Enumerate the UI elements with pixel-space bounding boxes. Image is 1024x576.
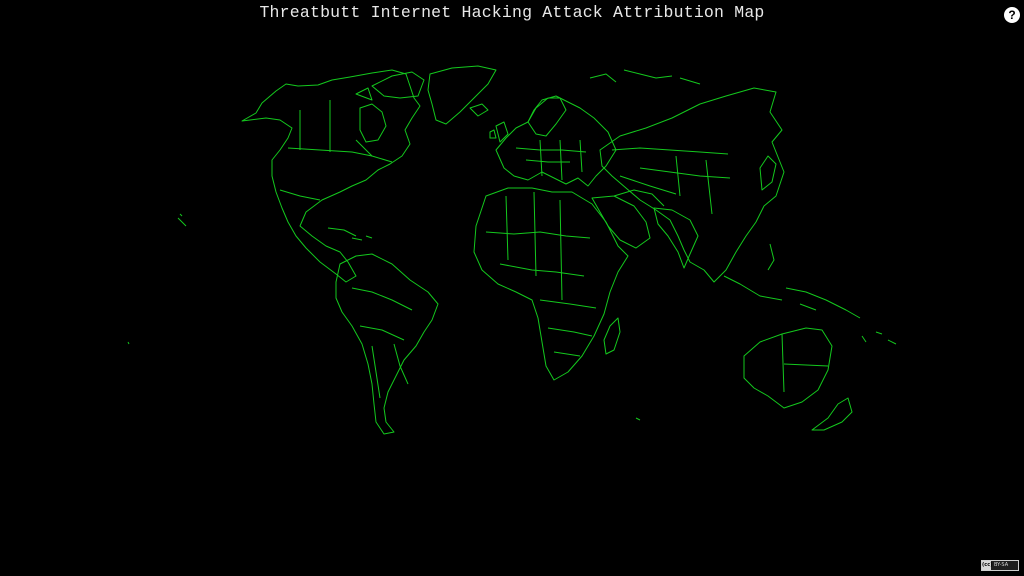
european-borders <box>515 139 587 181</box>
arctic-islands <box>355 71 425 101</box>
japan <box>759 155 777 191</box>
europe-outline <box>495 95 617 187</box>
madagascar <box>603 317 621 355</box>
canada-provinces <box>299 100 373 157</box>
south-america-outline <box>335 253 439 435</box>
australia-outline <box>743 327 833 409</box>
southeast-asia-islands <box>723 243 861 319</box>
hawaii <box>177 213 187 227</box>
hudson-bay <box>359 103 387 143</box>
scandinavia <box>527 97 567 137</box>
license-badge[interactable]: (cc) BY-SA <box>981 560 1019 571</box>
iceland <box>469 103 489 117</box>
asia-outline <box>599 87 785 283</box>
creative-commons-icon: (cc) <box>982 561 993 570</box>
india <box>653 207 699 269</box>
usa-mexico-border <box>279 189 321 201</box>
africa-outline <box>473 187 629 381</box>
new-zealand <box>811 397 853 431</box>
world-map <box>127 65 897 435</box>
middle-east <box>591 189 665 249</box>
siberian-islands <box>589 69 701 85</box>
caribbean <box>327 227 373 241</box>
african-borders <box>485 191 597 357</box>
greenland <box>427 65 497 125</box>
usa-canada-border <box>287 147 393 163</box>
pacific-islands <box>635 331 897 421</box>
antarctica-spec <box>127 341 130 345</box>
north-america-outline <box>241 69 421 283</box>
license-terms: BY-SA <box>994 562 1009 568</box>
